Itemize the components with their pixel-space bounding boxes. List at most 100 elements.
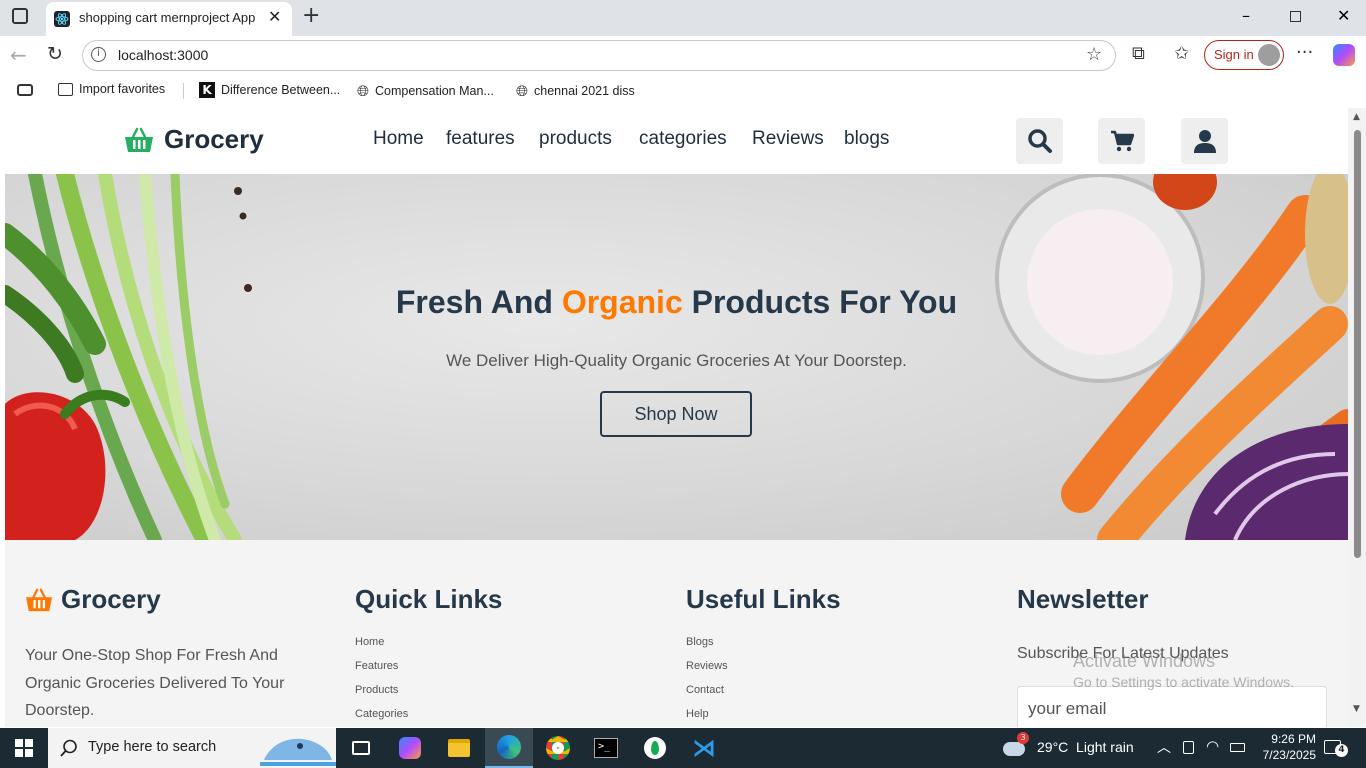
nav-products[interactable]: products [539,128,612,150]
weather-badge: 3 [1017,732,1029,744]
nav-reviews[interactable]: Reviews [752,128,824,150]
task-view-button[interactable] [337,728,385,768]
favorites-icon[interactable]: ✩ [1174,43,1189,64]
tab-title: shopping cart mernproject App [79,10,256,25]
footer-link-contact[interactable]: Contact [686,684,724,696]
cart-button[interactable] [1098,118,1145,164]
battery-icon[interactable] [1230,743,1245,752]
vscode-icon: ⋊ [692,734,716,762]
brand-name: Grocery [164,124,264,154]
refresh-icon[interactable]: ↻ [47,43,63,65]
activate-windows-watermark: Activate Windows Go to Settings to activ… [1073,651,1294,690]
favorite-label: Import favorites [79,82,166,96]
edge-icon [497,735,521,759]
site-footer: Grocery Your One-Stop Shop For Fresh And… [5,540,1348,727]
web-page: Grocery Home features products categorie… [5,108,1348,727]
footer-link-products[interactable]: Products [355,684,398,696]
browser-tab[interactable]: shopping cart mernproject App ✕ [46,2,292,36]
search-highlight-image [260,738,336,766]
show-hidden-icons-icon[interactable]: ︿ [1157,737,1171,757]
terminal-taskbar-button[interactable]: >_ [582,728,630,768]
close-window-icon[interactable]: ✕ [1337,6,1350,25]
weather-icon: 3 [1003,732,1029,758]
windows-taskbar: Type here to search >_ ⋊ 3 29°C Light ra… [0,728,1366,768]
favorite-import[interactable]: Import favorites [58,82,165,96]
favorite-label: chennai 2021 diss [534,84,635,98]
footer-brand[interactable]: Grocery [25,584,161,615]
device-icon[interactable] [1183,741,1194,754]
footer-link-home[interactable]: Home [355,636,384,648]
scroll-down-icon[interactable]: ▼ [1353,704,1360,714]
favorites-bar: Import favorites K Difference Between...… [0,76,1366,106]
clock[interactable]: 9:26 PM 7/23/2025 [1250,731,1316,763]
search-icon [60,739,77,757]
site-logo[interactable]: Grocery [124,124,264,155]
restore-icon[interactable] [1290,11,1301,22]
hero-subtitle: We Deliver High-Quality Organic Grocerie… [446,351,907,370]
nav-home[interactable]: Home [373,128,424,150]
new-tab-icon[interactable]: + [302,3,320,28]
extensions-icon[interactable]: ⧉ [1132,43,1145,64]
nav-categories[interactable]: categories [639,128,727,150]
react-logo-icon [54,11,70,27]
favorites-divider [183,83,184,99]
hero-section: Fresh And Organic Products For You We De… [5,174,1348,540]
copilot-taskbar-button[interactable] [386,728,434,768]
info-icon[interactable]: i [91,47,106,62]
footer-link-help[interactable]: Help [686,708,709,720]
footer-link-reviews[interactable]: Reviews [686,660,728,672]
weather-widget[interactable]: 3 29°C Light rain [1003,732,1134,758]
wifi-icon[interactable]: ◠ [1206,737,1219,755]
shop-now-button[interactable]: Shop Now [600,391,752,437]
page-scrollbar[interactable]: ▲ ▼ [1348,108,1366,727]
chrome-icon [546,736,570,760]
tab-actions-icon[interactable] [12,8,28,24]
footer-brand-name: Grocery [61,584,161,614]
user-button[interactable] [1181,118,1228,164]
vscode-taskbar-button[interactable]: ⋊ [680,728,728,768]
settings-more-icon[interactable]: ··· [1296,42,1313,63]
newsletter-heading: Newsletter [1017,584,1149,614]
basket-icon [26,588,52,611]
back-icon[interactable]: ← [10,43,27,67]
favorite-chennai[interactable]: 🌐︎ chennai 2021 diss [516,82,635,100]
clock-time: 9:26 PM [1271,732,1316,746]
favorite-difference[interactable]: K Difference Between... [199,82,340,98]
favorite-star-icon[interactable]: ☆ [1086,44,1102,65]
close-tab-icon[interactable]: ✕ [268,7,281,26]
footer-about-text: Your One-Stop Shop For Fresh And Organic… [25,647,285,719]
start-button[interactable] [0,728,48,768]
file-explorer-button[interactable] [435,728,483,768]
sign-in-button[interactable]: Sign in [1204,40,1284,70]
taskbar-search-box[interactable]: Type here to search [48,728,336,768]
url-text[interactable]: localhost:3000 [118,47,208,63]
nav-blogs[interactable]: blogs [844,128,889,150]
chrome-taskbar-button[interactable] [534,728,582,768]
omnibox[interactable]: i localhost:3000 ☆ [82,40,1116,71]
mongodb-taskbar-button[interactable] [631,728,679,768]
copilot-icon [399,737,421,759]
browser-tab-bar: shopping cart mernproject App ✕ + – ✕ [0,0,1366,36]
newsletter-email-input[interactable]: your email [1017,686,1327,727]
user-icon [1193,130,1216,153]
task-view-icon [352,741,370,755]
scrollbar-thumb[interactable] [1354,130,1361,558]
scroll-up-icon[interactable]: ▲ [1353,112,1360,122]
email-placeholder: your email [1028,699,1107,718]
notification-button[interactable]: 4 [1322,737,1348,759]
hero-title: Fresh And Organic Products For You [5,284,1348,321]
edge-taskbar-button[interactable] [485,728,533,768]
copilot-icon[interactable] [1333,44,1355,66]
footer-link-features[interactable]: Features [355,660,398,672]
search-button[interactable] [1016,118,1063,164]
sidebar-toggle-icon[interactable] [17,84,33,96]
nav-features[interactable]: features [446,128,515,150]
notification-count: 4 [1335,744,1348,757]
globe-icon: 🌐︎ [357,82,370,100]
footer-link-categories[interactable]: Categories [355,708,408,720]
sign-in-label: Sign in [1214,47,1254,62]
favorite-compensation[interactable]: 🌐︎ Compensation Man... [357,82,494,100]
minimize-icon[interactable]: – [1242,6,1250,25]
footer-link-blogs[interactable]: Blogs [686,636,714,648]
watermark-line2: Go to Settings to activate Windows. [1073,674,1294,690]
